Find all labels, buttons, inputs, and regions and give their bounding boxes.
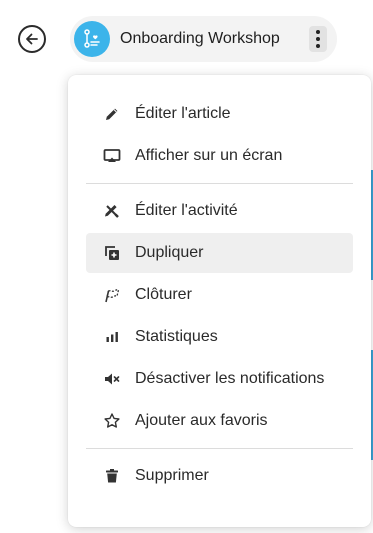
menu-item-statistics[interactable]: Statistiques (86, 317, 353, 357)
menu-item-label: Clôturer (135, 286, 192, 303)
edit-activity-icon (102, 201, 122, 221)
menu-item-mute-notifications[interactable]: Désactiver les notifications (86, 359, 353, 399)
menu-item-add-favorite[interactable]: Ajouter aux favoris (86, 401, 353, 441)
options-menu: Éditer l'article Afficher sur un écran É… (68, 75, 371, 527)
menu-item-duplicate[interactable]: Dupliquer (86, 233, 353, 273)
mute-icon (102, 369, 122, 389)
menu-item-edit-activity[interactable]: Éditer l'activité (86, 191, 353, 231)
pencil-icon (102, 104, 122, 124)
airplay-screen-icon (102, 146, 122, 166)
menu-item-edit-article[interactable]: Éditer l'article (86, 94, 353, 134)
menu-item-label: Supprimer (135, 467, 209, 484)
activity-title: Onboarding Workshop (120, 30, 280, 47)
menu-item-delete[interactable]: Supprimer (86, 456, 353, 496)
trash-icon (102, 466, 122, 486)
menu-item-label: Afficher sur un écran (135, 147, 283, 164)
menu-item-label: Éditer l'article (135, 105, 231, 122)
menu-item-label: Dupliquer (135, 244, 204, 261)
workshop-icon (74, 21, 110, 57)
more-options-button[interactable] (309, 26, 327, 52)
menu-item-label: Éditer l'activité (135, 202, 238, 219)
back-button[interactable] (18, 25, 46, 53)
arrow-left-icon (26, 33, 38, 45)
star-icon (102, 411, 122, 431)
duplicate-icon (102, 243, 122, 263)
menu-divider (86, 448, 353, 449)
kebab-dot (316, 30, 320, 34)
menu-item-label: Statistiques (135, 328, 218, 345)
activity-title-pill[interactable]: Onboarding Workshop (70, 16, 337, 62)
menu-item-label: Désactiver les notifications (135, 370, 325, 387)
menu-item-display-screen[interactable]: Afficher sur un écran (86, 136, 353, 176)
kebab-dot (316, 44, 320, 48)
menu-item-close-activity[interactable]: Clôturer (86, 275, 353, 315)
kebab-dot (316, 37, 320, 41)
finish-flag-icon (102, 285, 122, 305)
menu-item-label: Ajouter aux favoris (135, 412, 268, 429)
bar-chart-icon (102, 327, 122, 347)
menu-divider (86, 183, 353, 184)
